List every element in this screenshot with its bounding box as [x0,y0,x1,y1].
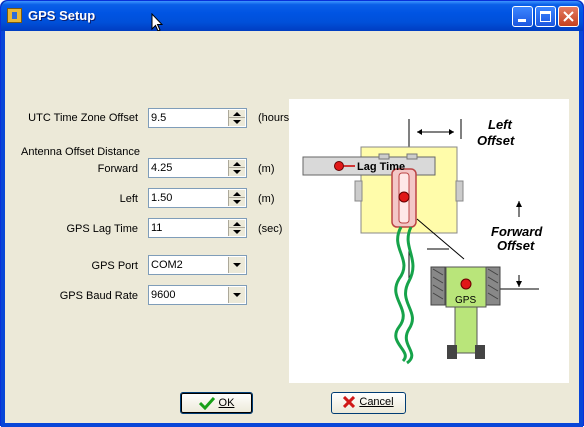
ok-button-label: OK [218,397,235,409]
gps-port-label: GPS Port [91,260,138,272]
close-icon [563,11,574,22]
gps-lag-time-label: GPS Lag Time [66,223,138,235]
left-offset-spin-buttons[interactable] [228,190,245,206]
maximize-icon [540,11,551,22]
window-frame-right [579,31,583,427]
chevron-down-icon [233,293,241,297]
forward-offset-spinner[interactable] [148,158,247,178]
gps-baud-rate-value[interactable] [151,288,224,302]
mouse-cursor-icon [151,13,163,32]
lag-time-text: Lag Time [357,161,405,173]
chevron-down-icon [233,263,241,267]
left-offset-spinner[interactable] [148,188,247,208]
utc-offset-label: UTC Time Zone Offset [28,112,138,124]
left-offset-input[interactable] [151,191,224,205]
maximize-button[interactable] [535,6,556,27]
gps-port-dropdown-button[interactable] [228,257,245,273]
gps-lag-time-input[interactable] [151,221,224,235]
forward-offset-text-2: Offset [497,238,535,253]
x-icon [343,396,356,409]
left-offset-text-2: Offset [477,133,515,148]
forward-offset-spin-buttons[interactable] [228,160,245,176]
utc-offset-spinner[interactable] [148,108,247,128]
gps-port-value[interactable] [151,258,224,272]
forward-offset-unit: (m) [258,163,275,175]
check-icon [198,396,215,410]
window-frame-bottom [1,423,583,427]
minimize-button[interactable] [512,6,533,27]
antenna-offset-heading: Antenna Offset Distance [21,146,141,158]
gps-baud-rate-select[interactable] [148,285,247,305]
title-bar[interactable]: GPS Setup [1,1,583,32]
gps-baud-rate-dropdown-button[interactable] [228,287,245,303]
gps-setup-window: GPS Setup UTC Time Zone Offset (hours) A… [0,0,584,427]
minimize-icon [518,19,526,22]
utc-offset-input[interactable] [151,111,224,125]
window-title: GPS Setup [28,8,96,23]
cancel-button[interactable]: Cancel [331,392,406,414]
gps-lag-time-unit: (sec) [258,223,283,235]
gps-port-select[interactable] [148,255,247,275]
gps-text: GPS [455,295,476,306]
ok-button[interactable]: OK [180,392,253,414]
forward-offset-text-1: Forward [491,224,543,239]
utc-offset-spin-buttons[interactable] [228,110,245,126]
forward-offset-label: Forward [97,163,138,175]
left-offset-unit: (m) [258,193,275,205]
gps-offset-diagram: Left Offset Lag Time Forward Offset GPS [289,99,569,383]
gps-lag-time-spinner[interactable] [148,218,247,238]
forward-offset-input[interactable] [151,161,224,175]
close-button[interactable] [558,6,579,27]
antenna-diagram-illustration: Left Offset Lag Time Forward Offset GPS [302,117,543,365]
cancel-button-label: Cancel [359,396,394,409]
left-offset-label: Left [119,193,138,205]
left-offset-text-1: Left [488,117,513,132]
gps-baud-rate-label: GPS Baud Rate [59,290,138,302]
app-icon [7,8,22,23]
utc-offset-unit: (hours) [258,112,293,124]
gps-lag-time-spin-buttons[interactable] [228,220,245,236]
